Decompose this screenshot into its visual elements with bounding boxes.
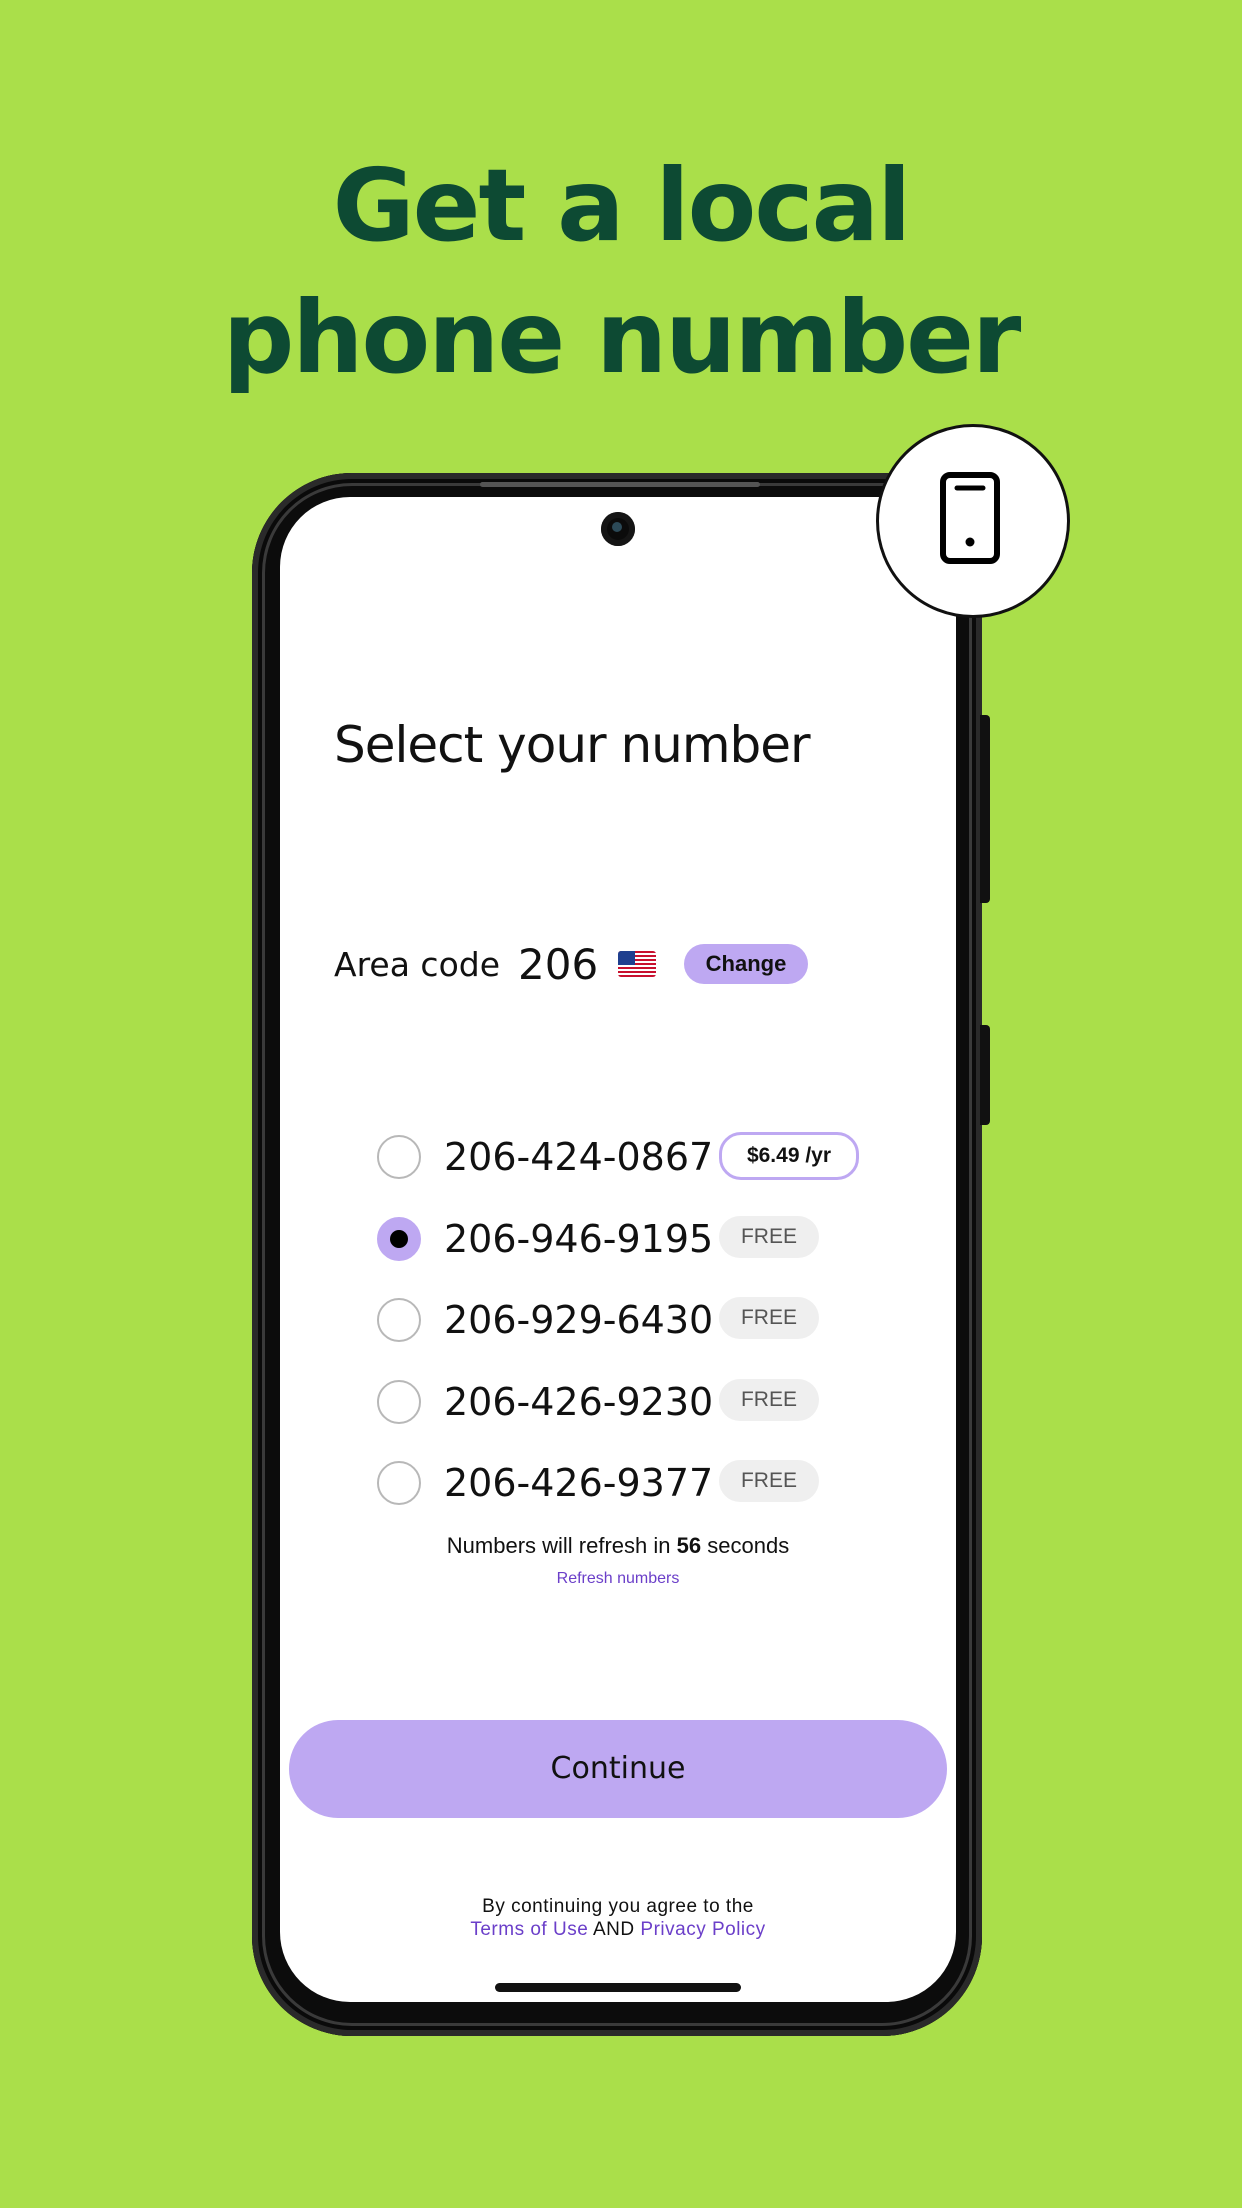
- smartphone-icon: [940, 472, 1000, 564]
- free-badge: FREE: [719, 1460, 819, 1502]
- area-code-label: Area code: [334, 944, 501, 984]
- radio-button[interactable]: [377, 1379, 421, 1424]
- radio-button[interactable]: [377, 1298, 421, 1342]
- page: { "headline": { "line1": "Get a local", …: [0, 0, 1242, 2208]
- radio-button[interactable]: [377, 1461, 421, 1505]
- legal-notice: By continuing you agree to the Terms of …: [280, 1895, 956, 1941]
- number-option[interactable]: 206-946-9195 FREE: [377, 1215, 877, 1299]
- terms-of-use-link[interactable]: Terms of Use: [470, 1919, 588, 1940]
- refresh-seconds: 56: [676, 1533, 702, 1558]
- legal-links: Terms of Use AND Privacy Policy: [280, 1918, 956, 1941]
- refresh-suffix: seconds: [707, 1533, 790, 1558]
- headline-line-2: phone number: [222, 279, 1022, 396]
- phone-top-edge: [480, 482, 760, 487]
- phone-number: 206-946-9195: [444, 1216, 714, 1261]
- legal-line: By continuing you agree to the: [482, 1896, 754, 1917]
- refresh-prefix: Numbers will refresh in: [446, 1533, 671, 1558]
- phone-number: 206-426-9377: [444, 1461, 714, 1505]
- legal-and: AND: [593, 1919, 635, 1940]
- change-area-code-button[interactable]: Change: [684, 944, 808, 984]
- refresh-countdown: Numbers will refresh in 56 seconds: [280, 1533, 956, 1559]
- refresh-numbers-link[interactable]: Refresh numbers: [280, 1570, 956, 1588]
- area-code-row: Area code 206 Change: [334, 939, 808, 989]
- phone-volume-button: [980, 1025, 990, 1125]
- phone-number: 206-929-6430: [444, 1298, 714, 1342]
- radio-button-selected[interactable]: [377, 1216, 421, 1261]
- headline: Get a local phone number: [0, 140, 1242, 404]
- free-badge: FREE: [719, 1215, 819, 1258]
- number-option[interactable]: 206-426-9377 FREE: [377, 1460, 877, 1543]
- front-camera: [601, 512, 635, 546]
- number-option[interactable]: 206-424-0867 $6.49 /yr: [377, 1132, 877, 1217]
- number-list: 206-424-0867 $6.49 /yr 206-946-9195 FREE…: [377, 1132, 877, 1543]
- headline-line-1: Get a local: [332, 147, 912, 264]
- radio-button[interactable]: [377, 1135, 421, 1179]
- price-badge: $6.49 /yr: [719, 1132, 859, 1180]
- free-badge: FREE: [719, 1297, 819, 1339]
- us-flag-icon: [618, 951, 656, 977]
- privacy-policy-link[interactable]: Privacy Policy: [640, 1919, 765, 1940]
- continue-button[interactable]: Continue: [289, 1720, 947, 1818]
- smartphone-badge: [876, 424, 1070, 618]
- number-option[interactable]: 206-929-6430 FREE: [377, 1297, 877, 1380]
- screen-title: Select your number: [334, 716, 811, 774]
- home-indicator: [495, 1983, 741, 1992]
- area-code-value: 206: [518, 939, 599, 989]
- free-badge: FREE: [719, 1378, 819, 1421]
- number-option[interactable]: 206-426-9230 FREE: [377, 1378, 877, 1462]
- phone-number: 206-424-0867: [444, 1135, 714, 1179]
- phone-power-button: [980, 715, 990, 903]
- phone-number: 206-426-9230: [444, 1379, 714, 1424]
